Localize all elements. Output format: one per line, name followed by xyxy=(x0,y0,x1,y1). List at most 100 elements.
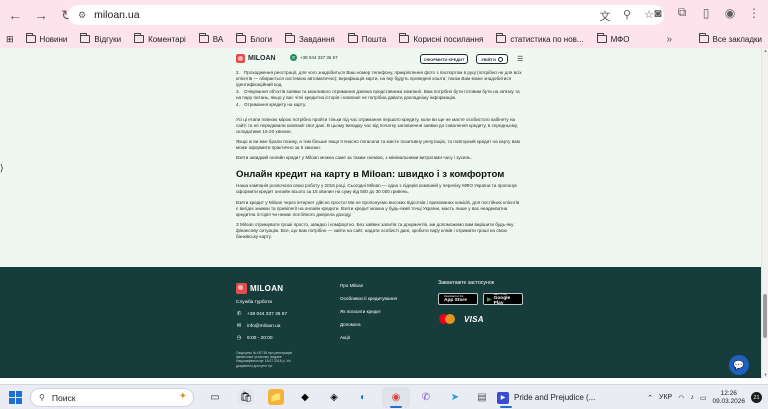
phone-icon: ✆ xyxy=(290,54,297,61)
apps-grid-icon[interactable]: ⊞ xyxy=(6,34,14,45)
mastercard-logo-icon xyxy=(439,314,455,324)
legal-note: Свідоцтво № 00718 про реєстрацію фінансо… xyxy=(236,351,293,368)
more-bookmarks-icon[interactable]: » xyxy=(666,34,672,45)
viber-icon[interactable]: ✆ xyxy=(418,389,434,405)
bookmarks-bar: ⊞ Новини Відгуки Коментарі ВА Блоги Завд… xyxy=(0,30,768,48)
bookmark-folder[interactable]: Блоги xyxy=(236,33,272,44)
site-footer: MILOAN Служба турботи ✆ +38 044 337 36 6… xyxy=(0,267,768,378)
page-scrollbar[interactable]: ▲ ▼ xyxy=(761,48,768,378)
footer-link[interactable]: Про Miloan xyxy=(340,283,397,296)
app-store-button[interactable]: Download on the App Store xyxy=(438,293,478,305)
google-play-button[interactable]: ▶ GET IT ON Google Play xyxy=(483,293,523,306)
menu-icon[interactable]: ⋮ xyxy=(746,6,762,20)
paragraph: З Miloan отримувати гроші просто, швидко… xyxy=(236,221,514,239)
store-icon[interactable]: 🛍 xyxy=(238,389,254,405)
taskbar-app-reader[interactable]: ▶ Pride and Prejudice (... xyxy=(497,388,607,407)
folder-icon xyxy=(25,33,36,43)
camera-icon[interactable]: ◙ xyxy=(650,6,666,20)
hamburger-menu-icon[interactable]: ☰ xyxy=(517,55,523,63)
forward-button[interactable]: → xyxy=(30,4,52,26)
profile-icon[interactable]: ◉ xyxy=(722,6,738,20)
bookmark-folder[interactable]: Новини xyxy=(25,33,67,44)
bookmark-folder[interactable]: Корисні посилання xyxy=(399,33,483,44)
list-item: 2. Проходження реєстрації, для чого знадо… xyxy=(236,70,522,88)
app-icon[interactable]: ▤ xyxy=(474,389,490,405)
folder-icon xyxy=(284,33,295,43)
mail-icon: ✉ xyxy=(236,323,242,329)
folder-icon xyxy=(496,33,507,43)
telegram-icon[interactable]: ➤ xyxy=(447,389,463,405)
language-indicator[interactable]: УКР xyxy=(659,394,672,401)
zoom-icon[interactable]: ⚲ xyxy=(620,8,634,24)
bookmark-folder[interactable]: Завдання xyxy=(284,33,335,44)
bookmark-folder[interactable]: Коментарі xyxy=(134,33,186,44)
paragraph: Якщо ж ви вже брали позику, а тим більше… xyxy=(236,139,520,151)
address-bar[interactable]: ⚙ miloan.ua 文 ⚲ ☆ xyxy=(68,5,664,25)
paragraph: Наша компанія розпочала свою роботу у 20… xyxy=(236,183,518,195)
wifi-icon[interactable]: ◠ xyxy=(678,394,684,402)
play-icon: ▶ xyxy=(487,296,492,303)
clock[interactable]: 12:26 09.03.2026 xyxy=(712,390,745,406)
footer-link[interactable]: Допомога xyxy=(340,322,397,335)
footer-logo[interactable]: MILOAN xyxy=(236,283,283,294)
user-icon xyxy=(497,56,503,62)
footer-link[interactable]: Особливості кредитування xyxy=(340,296,397,309)
folder-icon xyxy=(596,33,607,43)
battery-icon[interactable]: ▭ xyxy=(700,394,707,402)
notification-badge[interactable]: 21 xyxy=(751,392,762,403)
file-explorer-icon[interactable]: 📁 xyxy=(268,389,284,405)
support-title: Служба турботи xyxy=(236,300,273,305)
footer-phone[interactable]: ✆ +38 044 337 36 67 xyxy=(236,311,287,317)
visa-logo: VISA xyxy=(464,314,484,324)
folder-icon xyxy=(236,33,247,43)
edge-icon[interactable]: ◐ xyxy=(355,389,371,405)
app-icon[interactable]: ◆ xyxy=(297,389,313,405)
screen: ← → ↻ ⚙ miloan.ua 文 ⚲ ☆ ◙ ⧉ ▯ ◉ ⋮ ⊞ Нови… xyxy=(0,0,768,409)
mouse-cursor-icon: ⟩ xyxy=(0,163,4,173)
active-indicator xyxy=(390,406,402,408)
scrollbar-thumb[interactable] xyxy=(763,294,767,338)
site-info-icon[interactable]: ⚙ xyxy=(78,10,86,21)
footer-email[interactable]: ✉ info@miloan.ua xyxy=(236,323,281,329)
folder-icon xyxy=(698,33,709,43)
footer-link[interactable]: Як погасити кредит xyxy=(340,309,397,322)
folder-icon xyxy=(399,33,410,43)
logo-mark-icon xyxy=(236,283,247,294)
search-highlight-icon: ✦ xyxy=(178,391,187,402)
split-panel-icon[interactable]: ▯ xyxy=(698,6,714,20)
bookmark-folder[interactable]: ВА xyxy=(198,33,223,44)
back-button[interactable]: ← xyxy=(4,4,26,26)
tray-overflow-icon[interactable]: ⌃ xyxy=(647,394,653,402)
task-view-icon[interactable]: ▭ xyxy=(207,389,223,405)
browser-toolbar: ← → ↻ ⚙ miloan.ua 文 ⚲ ☆ ◙ ⧉ ▯ ◉ ⋮ xyxy=(0,0,768,30)
search-icon: ⚲ xyxy=(39,393,45,402)
volume-icon[interactable]: ♪ xyxy=(690,394,694,401)
all-bookmarks-button[interactable]: Все закладки xyxy=(698,33,762,44)
header-phone[interactable]: ✆ +38 044 337 36 67 xyxy=(290,54,338,61)
start-button[interactable] xyxy=(9,391,22,404)
extensions-icon[interactable]: ⧉ xyxy=(674,5,690,20)
site-header: MILOAN ✆ +38 044 337 36 67 ОФОРМИТИ КРЕД… xyxy=(0,48,768,70)
list-item: 3. Очікування об'єктів заявки та можливог… xyxy=(236,88,520,100)
list-item: 4. Отримання кредиту на карту. xyxy=(236,101,307,107)
bookmark-folder[interactable]: Відгуки xyxy=(80,33,121,44)
taskbar-search[interactable]: ⚲ Поиск ✦ xyxy=(30,388,194,407)
scroll-up-icon[interactable]: ▲ xyxy=(762,48,768,54)
bookmark-folder[interactable]: МФО xyxy=(596,33,629,44)
site-logo[interactable]: MILOAN xyxy=(236,54,276,63)
apply-credit-button[interactable]: ОФОРМИТИ КРЕДИТ xyxy=(420,54,468,64)
clock-icon: ◷ xyxy=(236,335,242,341)
footer-hours: ◷ 9:00 - 20:00 xyxy=(236,335,273,341)
chat-widget-icon[interactable]: 💬 xyxy=(729,355,749,375)
footer-link[interactable]: Акції xyxy=(340,335,397,348)
web-page: MILOAN ✆ +38 044 337 36 67 ОФОРМИТИ КРЕД… xyxy=(0,48,768,378)
translate-icon[interactable]: 文 xyxy=(598,8,612,24)
bookmark-folder[interactable]: статистика по нов... xyxy=(496,33,584,44)
login-button[interactable]: УВІЙТИ xyxy=(476,54,508,64)
folder-icon xyxy=(347,33,358,43)
bookmark-folder[interactable]: Пошта xyxy=(347,33,386,44)
phone-icon: ✆ xyxy=(236,311,242,317)
folder-icon xyxy=(80,33,91,43)
app-icon[interactable]: ◈ xyxy=(326,389,342,405)
chrome-icon[interactable]: ◉ xyxy=(388,389,404,405)
